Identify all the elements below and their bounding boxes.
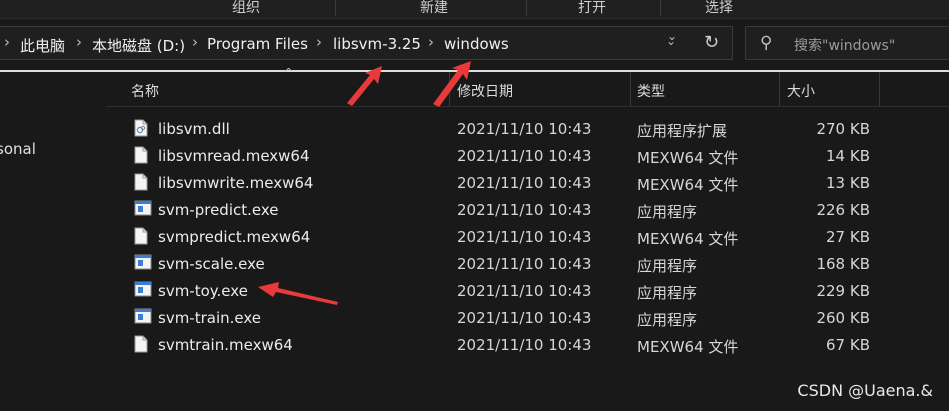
watermark: CSDN @Uaena.&	[797, 381, 933, 400]
annotation-arrows	[258, 61, 471, 305]
annotation-arrow	[347, 66, 382, 106]
annotation-arrow	[433, 61, 471, 107]
annotation-arrow	[258, 282, 338, 305]
